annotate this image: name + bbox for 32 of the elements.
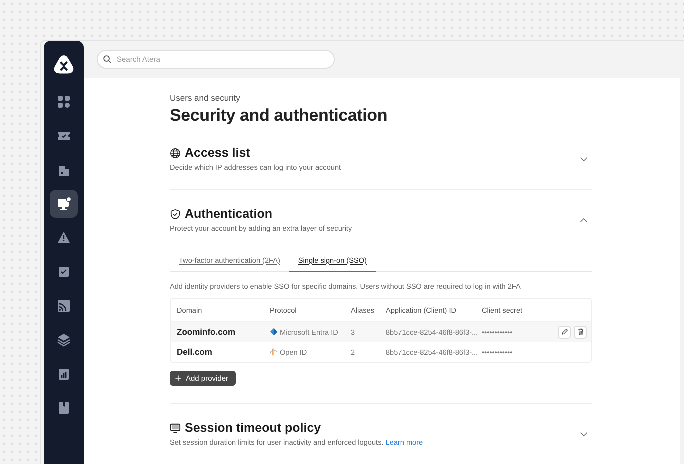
chevron-up-icon[interactable] (580, 218, 588, 222)
chevron-down-icon[interactable] (580, 432, 588, 436)
pencil-icon (560, 328, 568, 336)
openid-icon (270, 348, 278, 356)
building-icon (57, 163, 71, 177)
monitor-icon (170, 422, 181, 434)
table-cell-text: Zoominfo.com (176, 327, 237, 337)
table-cell-text: Dell.com (176, 347, 214, 357)
warning-icon (57, 231, 71, 245)
chevron-down-icon[interactable] (580, 156, 588, 162)
section-title: Access list (185, 146, 250, 160)
signal-icon (57, 299, 71, 313)
trash-icon (576, 328, 584, 336)
edit-button[interactable] (558, 326, 571, 338)
page-title: Security and authentication (170, 106, 389, 126)
grid-icon (57, 95, 71, 109)
breadcrumb: Users and security (170, 93, 242, 103)
delete-button[interactable] (574, 326, 587, 338)
chip-icon (57, 265, 71, 279)
diamond-icon (270, 328, 278, 336)
book-icon (57, 401, 71, 415)
monitor-icon (57, 197, 71, 211)
ticket-icon (57, 129, 71, 143)
plus-icon (175, 375, 182, 382)
shield-icon (170, 208, 181, 220)
section-title: Authentication (185, 207, 272, 221)
section-title: Session timeout policy (185, 421, 322, 435)
clipboard-chart-icon (57, 367, 71, 381)
globe-icon (170, 148, 181, 158)
layers-icon (57, 333, 71, 347)
sidebar-item[interactable] (50, 190, 78, 218)
logo-icon (53, 54, 75, 76)
